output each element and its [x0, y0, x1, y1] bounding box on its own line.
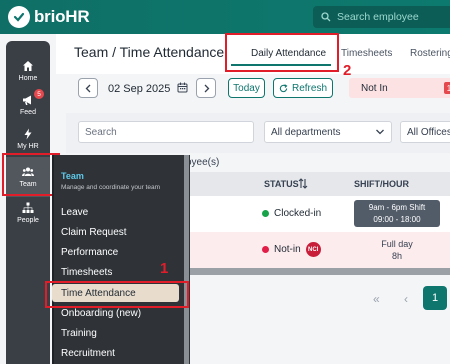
shift-name: Full day [381, 239, 413, 249]
current-date: 02 Sep 2025 [108, 83, 171, 95]
department-select[interactable]: All departments [264, 121, 392, 143]
column-header-status[interactable]: STATUS [264, 179, 299, 189]
today-button[interactable]: Today [228, 78, 265, 98]
prev-page-button[interactable]: ‹ [404, 292, 408, 306]
not-in-count-badge: 1 [444, 82, 450, 94]
calendar-icon[interactable] [177, 82, 188, 93]
table-row[interactable]: Not-in NCI Full day 8h [186, 232, 450, 268]
search-icon [321, 12, 331, 22]
status-cell: Not-in NCI [262, 242, 321, 257]
megaphone-icon [23, 95, 31, 105]
status-text: Clocked-in [274, 208, 322, 219]
flyout-title: Team [61, 171, 84, 181]
step-label-1: 1 [160, 260, 169, 277]
next-day-button[interactable] [196, 78, 216, 98]
employee-search-placeholder: Search employee [337, 11, 419, 23]
org-chart-icon [22, 202, 34, 213]
first-page-button[interactable]: « [373, 292, 380, 306]
flyout-scrollbar[interactable] [184, 155, 189, 364]
home-icon [23, 61, 33, 71]
tab-timesheets[interactable]: Timesheets [341, 48, 392, 59]
status-text: Not-in [274, 244, 301, 255]
date-toolbar: 02 Sep 2025 Today Refresh Not In 1 [56, 74, 450, 110]
shift-chip: 9am - 6pm Shift 09:00 - 18:00 [354, 200, 440, 227]
employee-count: oyee(s) [186, 157, 220, 168]
table-row[interactable]: Clocked-in 9am - 6pm Shift 09:00 - 18:00 [186, 196, 450, 232]
shift-hours: 09:00 - 18:00 [373, 215, 421, 224]
shift-cell: Full day 8h [354, 238, 440, 262]
logo-text: brioHR [34, 7, 90, 26]
highlight-box-daily-attendance [225, 33, 339, 72]
menu-item-recruitment[interactable]: Recruitment [61, 348, 115, 359]
shift-hours: 8h [391, 251, 402, 261]
not-in-filter[interactable]: Not In 1 [349, 78, 450, 98]
column-header-shift-hour[interactable]: SHIFT/HOUR [354, 179, 409, 189]
table-header: STATUS SHIFT/HOUR [186, 172, 450, 196]
not-in-label: Not In [361, 82, 388, 94]
highlight-box-time-attendance [45, 281, 189, 308]
sidebar-item-label: Feed [20, 109, 36, 116]
chevron-left-icon [85, 84, 90, 92]
refresh-label: Refresh [291, 82, 327, 94]
nci-badge: NCI [305, 242, 321, 257]
status-cell: Clocked-in [262, 208, 321, 219]
top-bar: brioHR Search employee [0, 0, 450, 34]
menu-item-training[interactable]: Training [61, 328, 97, 339]
sidebar-item-label: People [17, 217, 39, 224]
sidebar-item-people[interactable]: People [6, 193, 50, 233]
menu-item-onboarding[interactable]: Onboarding (new) [61, 308, 141, 319]
bolt-icon [24, 128, 32, 140]
menu-item-claim-request[interactable]: Claim Request [61, 227, 127, 238]
employee-search-input[interactable]: Search employee [313, 6, 450, 28]
page-title: Team / Time Attendance [74, 44, 225, 60]
office-select[interactable]: All Offices [400, 121, 450, 143]
status-dot [262, 246, 269, 253]
horizontal-scrollbar[interactable] [186, 268, 450, 275]
chevron-right-icon [204, 84, 209, 92]
status-dot [262, 210, 269, 217]
refresh-button[interactable]: Refresh [273, 78, 333, 98]
shift-name: 9am - 6pm Shift [368, 203, 426, 212]
filter-bar: Search All departments All Offices [66, 113, 450, 153]
sidebar: Home 5 Feed My HR Team People [6, 41, 50, 364]
flyout-subtitle: Manage and coordinate your team [61, 184, 161, 191]
table-search-input[interactable]: Search [78, 121, 254, 143]
page-button-current[interactable]: 1 [423, 286, 447, 310]
sidebar-item-label: Home [18, 75, 38, 82]
chevron-down-icon [376, 129, 384, 135]
menu-item-leave[interactable]: Leave [61, 207, 88, 218]
feed-badge: 5 [34, 89, 44, 99]
prev-day-button[interactable] [78, 78, 98, 98]
brio-logo-icon [8, 6, 30, 28]
tab-rostering[interactable]: Rostering [410, 48, 450, 59]
department-select-value: All departments [271, 126, 341, 138]
refresh-icon [279, 83, 288, 92]
menu-item-timesheets[interactable]: Timesheets [61, 267, 112, 278]
menu-item-performance[interactable]: Performance [61, 247, 118, 258]
sidebar-item-label: My HR [17, 143, 39, 150]
sort-icon[interactable] [298, 178, 308, 189]
logo[interactable]: brioHR [8, 6, 90, 28]
